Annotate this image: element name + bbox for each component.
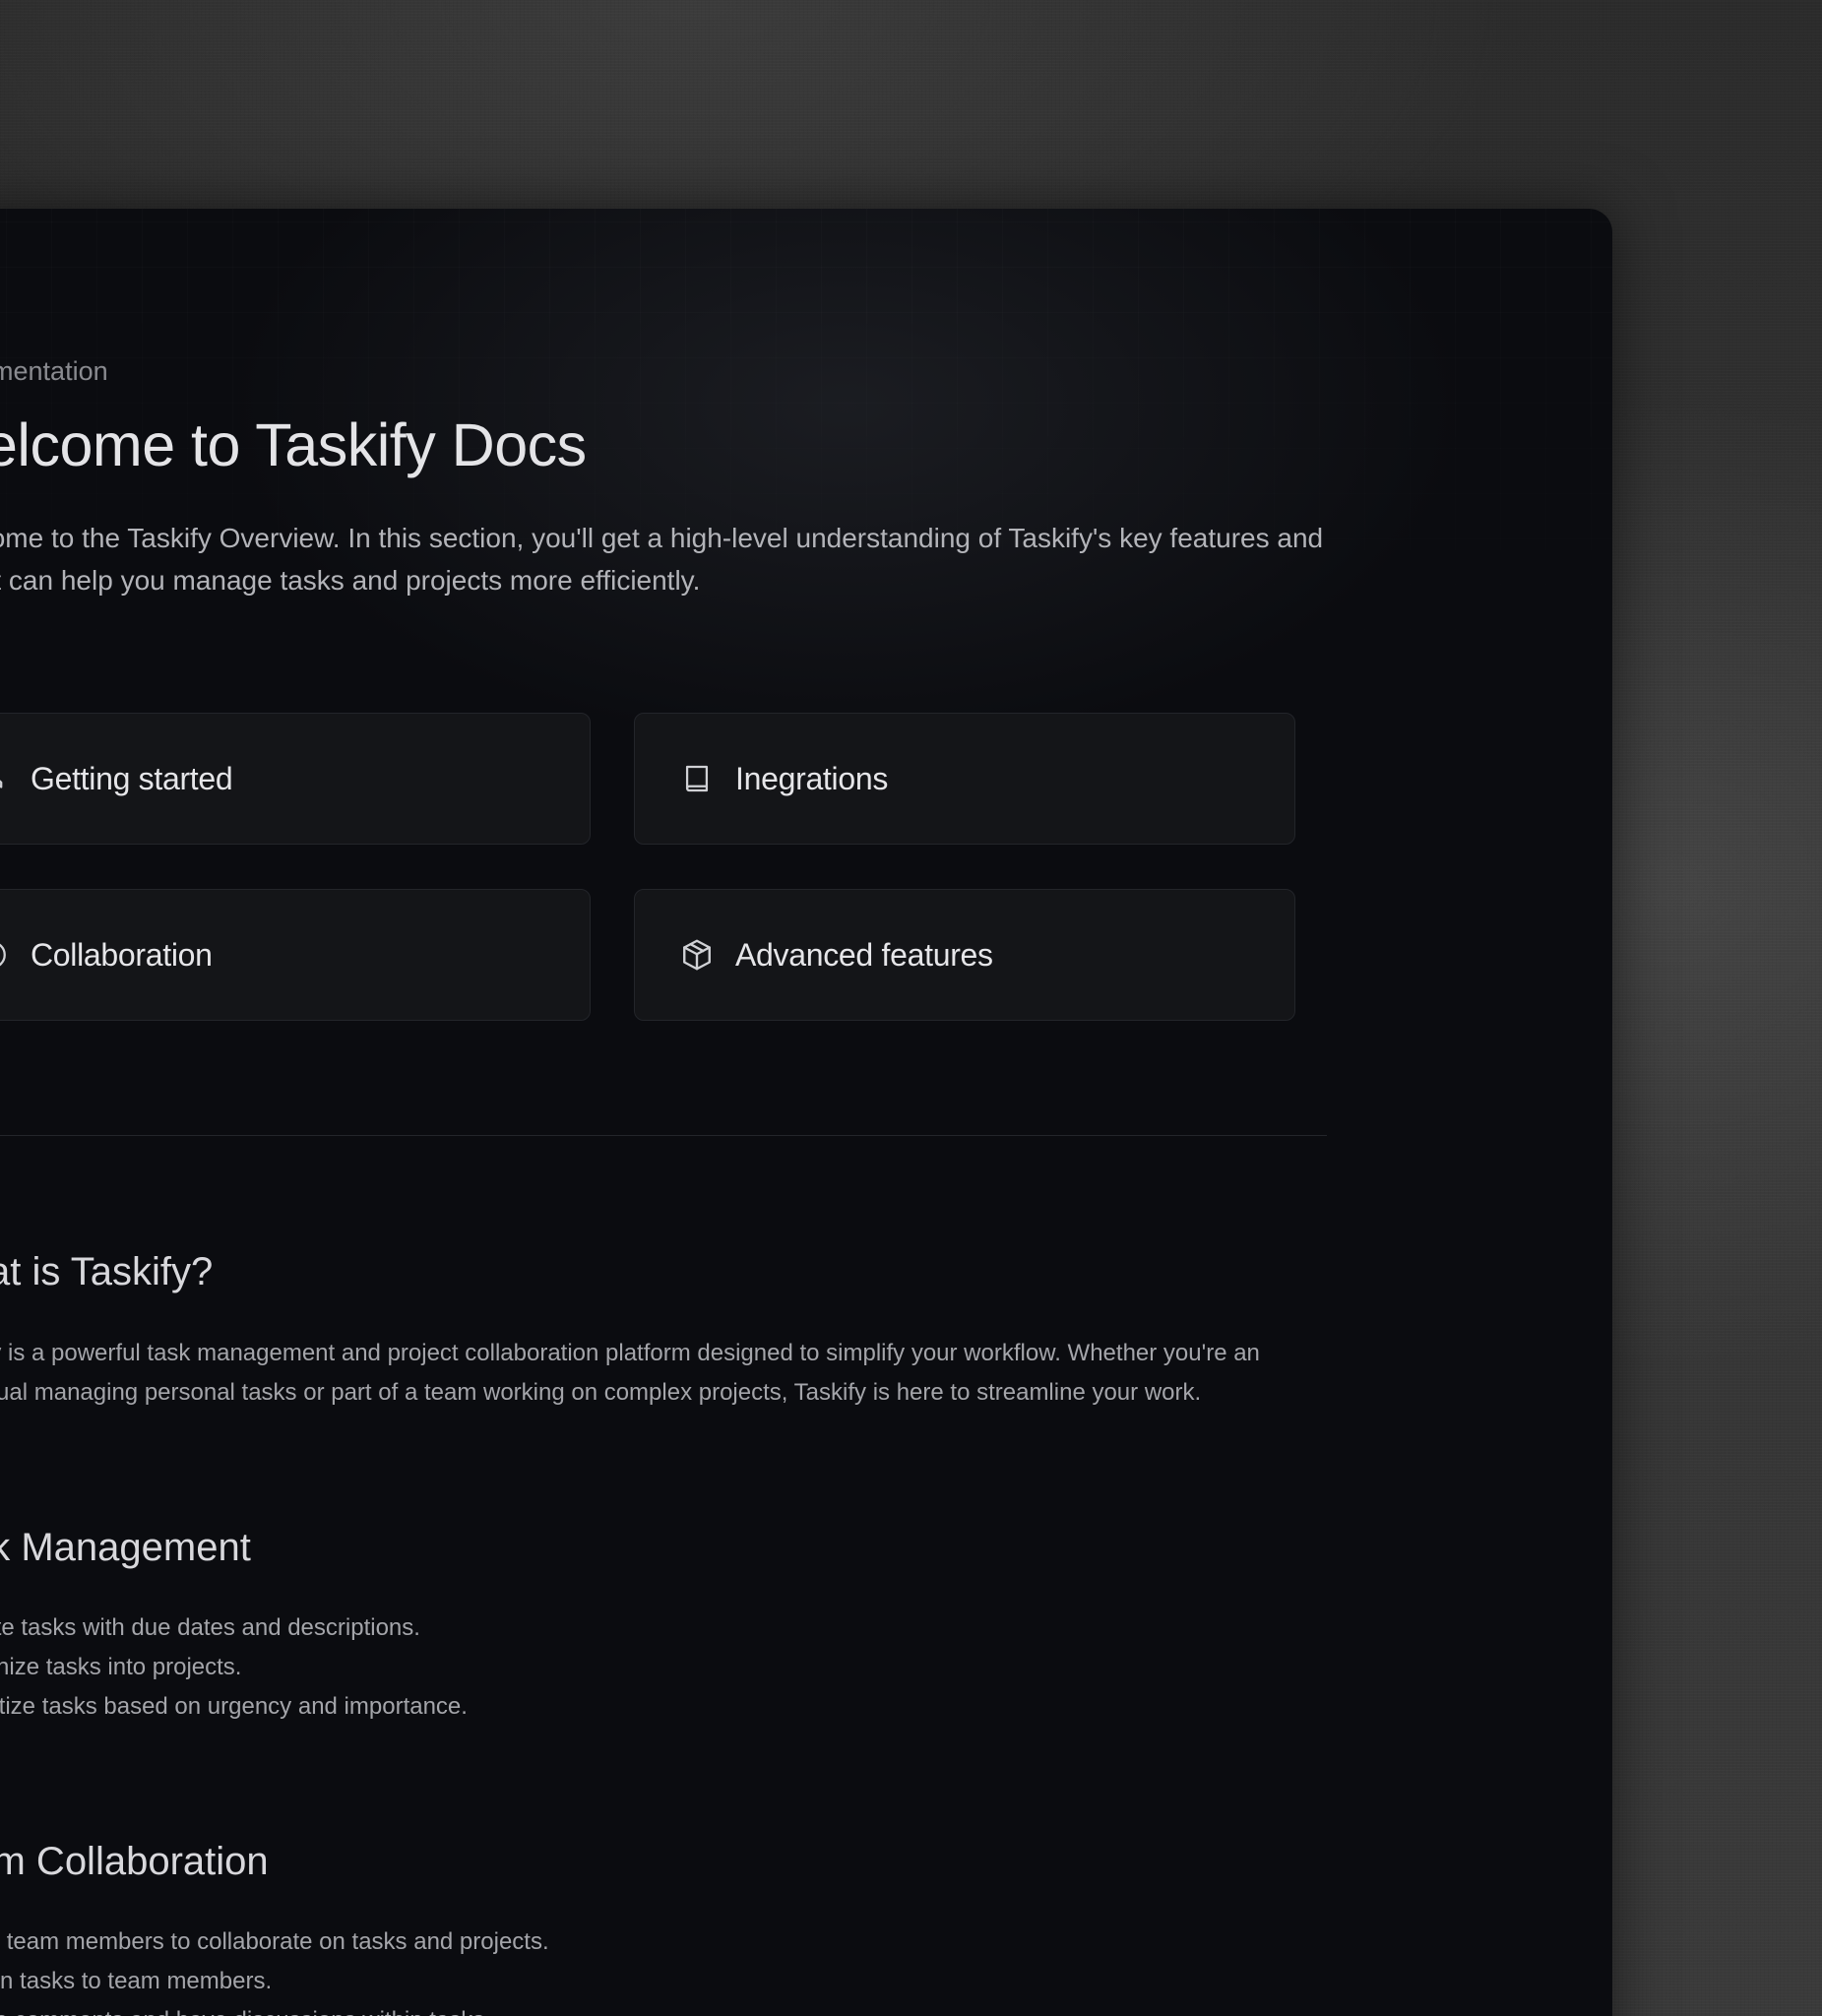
book-icon — [678, 760, 716, 797]
list-item: Leave comments and have discussions with… — [0, 2001, 549, 2016]
list-item: Prioritize tasks based on urgency and im… — [0, 1687, 468, 1727]
list-item: Invite team members to collaborate on ta… — [0, 1922, 549, 1962]
section-heading-what-is: What is Taskify? — [0, 1250, 214, 1293]
package-icon — [678, 936, 716, 974]
docs-window: Documentation Welcome to Taskify Docs We… — [0, 209, 1612, 2016]
rocket-icon — [0, 760, 11, 797]
breadcrumb[interactable]: Documentation — [0, 356, 108, 387]
section-heading-team-collaboration: Team Collaboration — [0, 1840, 269, 1883]
card-label: Inegrations — [735, 760, 889, 796]
list-item: Create tasks with due dates and descript… — [0, 1608, 468, 1648]
card-integrations[interactable]: Inegrations — [634, 713, 1295, 845]
section-divider — [0, 1135, 1327, 1136]
card-getting-started[interactable]: Getting started — [0, 713, 591, 845]
page-title: Welcome to Taskify Docs — [0, 411, 587, 478]
card-collaboration[interactable]: Collaboration — [0, 889, 591, 1021]
task-management-list: Create tasks with due dates and descript… — [0, 1608, 468, 1727]
list-item: Organize tasks into projects. — [0, 1648, 468, 1687]
card-advanced-features[interactable]: Advanced features — [634, 889, 1295, 1021]
section-body-what-is: Taskify is a powerful task management an… — [0, 1340, 1260, 1406]
section-heading-task-management: Task Management — [0, 1526, 251, 1569]
card-label: Advanced features — [735, 936, 993, 973]
card-label: Getting started — [31, 760, 233, 796]
team-collaboration-list: Invite team members to collaborate on ta… — [0, 1922, 549, 2016]
intro-text: Welcome to the Taskify Overview. In this… — [0, 523, 1324, 596]
play-circle-icon — [0, 936, 11, 974]
card-label: Collaboration — [31, 936, 213, 973]
list-item: Assign tasks to team members. — [0, 1962, 549, 2001]
